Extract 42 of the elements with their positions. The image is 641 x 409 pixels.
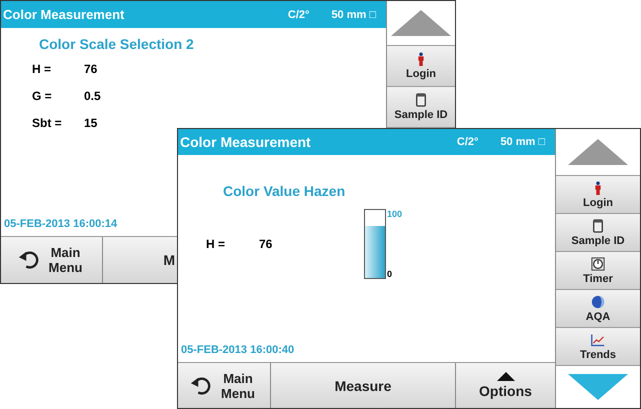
side-menu-button[interactable]: AQA (556, 290, 640, 328)
status-text: C/2° (456, 136, 478, 148)
timestamp: 05-FEB-2013 16:00:40 (181, 344, 296, 356)
back-arrow-icon (18, 249, 40, 271)
side-menu-button[interactable]: Login (387, 46, 455, 87)
gauge-min-label: 0 (387, 269, 394, 279)
side-menu-button[interactable]: Trends (556, 328, 640, 366)
scale-heading: Color Value Hazen (223, 183, 346, 199)
side-menu-button[interactable]: Sample ID (387, 87, 455, 128)
measure-button[interactable]: M (103, 237, 177, 283)
side-menu-button[interactable]: Timer (556, 252, 640, 290)
reading-label: G = (32, 88, 53, 105)
up-triangle-icon (496, 372, 514, 381)
reading-label: H = (206, 236, 226, 252)
screen-title: Color Measurement (3, 7, 126, 22)
measure-button[interactable]: Measure (271, 363, 456, 408)
scale-heading: Color Scale Selection 2 (39, 36, 195, 52)
back-arrow-icon (190, 374, 212, 396)
reading-label: Sbt = (32, 115, 63, 132)
screen-title: Color Measurement (180, 134, 312, 150)
side-menu-button[interactable]: Sample ID (556, 214, 640, 252)
up-triangle-icon (568, 139, 628, 165)
status-text: C/2° (288, 8, 310, 20)
main-menu-button[interactable]: Main Menu (1, 237, 103, 283)
reading-value: 76 (259, 236, 272, 252)
down-triangle-icon (568, 374, 628, 400)
reading-value: 15 (84, 115, 98, 132)
vial-icon (592, 218, 604, 232)
options-button[interactable]: Options (456, 363, 555, 408)
line-chart-icon (591, 332, 605, 346)
reading-label: H = (32, 61, 52, 78)
status-text: 50 mm □ (331, 8, 376, 20)
main-menu-button[interactable]: Main Menu (178, 363, 271, 408)
reading-value: 76 (84, 61, 98, 78)
timestamp: 05-FEB-2013 16:00:14 (4, 218, 118, 230)
vial-icon (415, 93, 427, 107)
status-text: 50 mm □ (500, 136, 545, 148)
reading-value: 0.5 (84, 88, 101, 105)
gauge-max-label: 100 (387, 209, 402, 219)
timer-icon (591, 256, 605, 270)
side-menu-button[interactable]: Login (556, 176, 640, 214)
up-triangle-icon (391, 10, 451, 36)
